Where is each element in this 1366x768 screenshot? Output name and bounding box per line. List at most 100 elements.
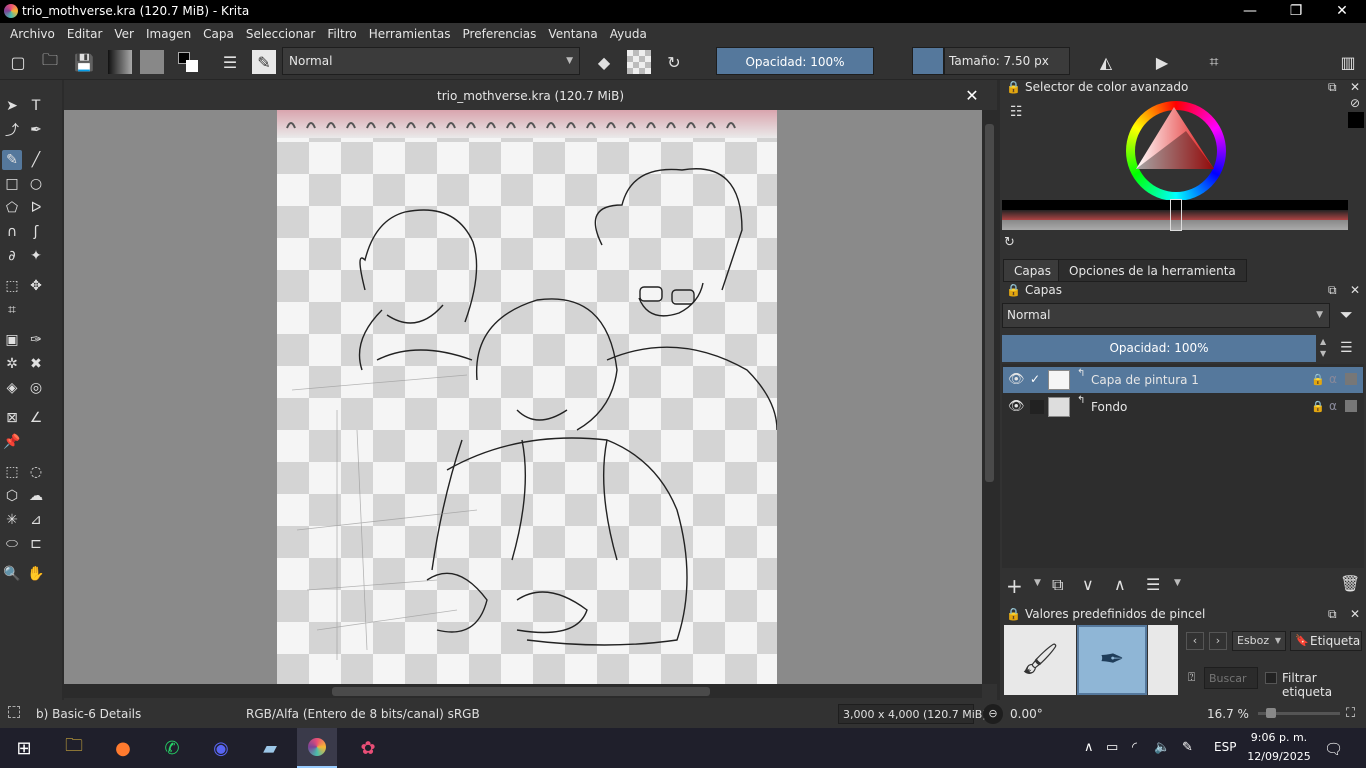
reference-tool-icon[interactable]: 📌 bbox=[2, 432, 22, 452]
eye-icon[interactable]: 👁 bbox=[1008, 372, 1025, 387]
enclose-fill-icon[interactable]: ◎ bbox=[26, 378, 46, 398]
menu-seleccionar[interactable]: Seleccionar bbox=[246, 27, 315, 41]
search-settings-icon[interactable]: ⍰ bbox=[1188, 670, 1195, 685]
duplicate-layer-icon[interactable]: ⧉ bbox=[1052, 575, 1063, 595]
menu-archivo[interactable]: Archivo bbox=[10, 27, 55, 41]
close-dock-icon[interactable]: ✕ bbox=[1350, 80, 1360, 94]
tag-button[interactable]: 🔖 Etiqueta bbox=[1290, 631, 1362, 651]
opacity-stepper[interactable]: ▲ ▼ bbox=[1320, 336, 1326, 360]
menu-editar[interactable]: Editar bbox=[67, 27, 103, 41]
fill-tool-icon[interactable]: ◈ bbox=[2, 378, 22, 398]
layer-opacity-slider[interactable]: Opacidad: 100% bbox=[1002, 335, 1316, 362]
tray-up-icon[interactable]: ∧ bbox=[1084, 740, 1094, 755]
layer-check-icon[interactable]: ✓ bbox=[1030, 372, 1044, 386]
color-picker-icon[interactable]: ✑ bbox=[26, 330, 46, 350]
firefox-icon[interactable]: ● bbox=[103, 728, 143, 768]
color-settings-icon[interactable]: ☷ bbox=[1010, 104, 1023, 120]
layer-lock-icon[interactable]: 🔒 bbox=[1311, 373, 1325, 386]
close-document-button[interactable]: ✕ bbox=[962, 86, 982, 106]
discord-icon[interactable]: ◉ bbox=[201, 728, 241, 768]
windows-start-icon[interactable]: ⊞ bbox=[4, 728, 44, 768]
line-tool-icon[interactable]: ╱ bbox=[26, 150, 46, 170]
vertical-scrollbar[interactable] bbox=[982, 110, 997, 684]
brush-preset-1[interactable]: 🖌 bbox=[1004, 625, 1076, 695]
layer-blend-select[interactable]: Normal ▼ bbox=[1002, 303, 1330, 328]
mirror-vertical-icon[interactable]: ▶ bbox=[1150, 50, 1174, 74]
inherit-alpha-icon[interactable] bbox=[1345, 373, 1357, 385]
tab-tool-options[interactable]: Opciones de la herramienta bbox=[1058, 259, 1247, 282]
layer-check-icon[interactable] bbox=[1030, 400, 1044, 414]
minimize-button[interactable]: — bbox=[1227, 0, 1273, 23]
menu-ver[interactable]: Ver bbox=[114, 27, 134, 41]
battery-icon[interactable]: ▭ bbox=[1106, 740, 1118, 755]
opacity-slider[interactable]: Opacidad: 100% bbox=[716, 47, 874, 75]
add-layer-icon[interactable]: + bbox=[1006, 574, 1023, 598]
menu-filtro[interactable]: Filtro bbox=[327, 27, 356, 41]
float-dock-icon[interactable]: ⧉ bbox=[1328, 607, 1337, 622]
filter-tag-checkbox[interactable] bbox=[1265, 672, 1277, 684]
zoom-slider-handle[interactable] bbox=[1266, 708, 1276, 718]
eraser-icon[interactable]: ◆ bbox=[592, 50, 616, 74]
bezier-select-icon[interactable]: ⬭ bbox=[2, 534, 22, 554]
magnetic-select-icon[interactable]: ⊏ bbox=[26, 534, 46, 554]
pattern-preset-icon[interactable] bbox=[140, 50, 164, 74]
transform-tool-icon[interactable]: ⬚ bbox=[2, 276, 22, 296]
pan-tool-icon[interactable]: ✋ bbox=[26, 564, 46, 584]
wrap-around-icon[interactable]: ⌗ bbox=[1202, 50, 1226, 74]
reload-preset-icon[interactable]: ↻ bbox=[662, 50, 686, 74]
refresh-icon[interactable]: ↻ bbox=[1004, 235, 1015, 250]
krita-taskbar-icon[interactable] bbox=[297, 728, 337, 768]
edit-shapes-icon[interactable]: ⤴ bbox=[2, 120, 22, 140]
menu-ayuda[interactable]: Ayuda bbox=[610, 27, 647, 41]
rectangle-tool-icon[interactable]: □ bbox=[2, 174, 22, 194]
volume-icon[interactable]: 🔈 bbox=[1154, 740, 1170, 755]
whatsapp-icon[interactable]: ✆ bbox=[152, 728, 192, 768]
paint-app-icon[interactable]: ✿ bbox=[348, 728, 388, 768]
alpha-lock-icon[interactable]: α bbox=[1329, 372, 1337, 386]
text-tool-icon[interactable]: T bbox=[26, 96, 46, 116]
calligraphy-icon[interactable]: ✒ bbox=[26, 120, 46, 140]
zoom-tool-icon[interactable]: 🔍 bbox=[2, 564, 22, 584]
pen-icon[interactable]: ✎ bbox=[1182, 740, 1193, 755]
colorize-mask-icon[interactable]: ✲ bbox=[2, 354, 22, 374]
float-dock-icon[interactable]: ⧉ bbox=[1328, 283, 1337, 298]
assistant-tool-icon[interactable]: ⊠ bbox=[2, 408, 22, 428]
gradient-preset-icon[interactable] bbox=[108, 50, 132, 74]
filter-icon[interactable]: ⏷ bbox=[1340, 305, 1353, 325]
wifi-icon[interactable]: ◜ bbox=[1132, 740, 1137, 755]
fg-bg-color-icon[interactable] bbox=[176, 50, 200, 74]
horizontal-scrollbar[interactable] bbox=[64, 684, 982, 698]
current-color-swatch[interactable] bbox=[1348, 112, 1364, 128]
gradient-tool-icon[interactable]: ▣ bbox=[2, 330, 22, 350]
brush-preset-2[interactable]: ✒ bbox=[1077, 625, 1147, 695]
close-dock-icon[interactable]: ✕ bbox=[1350, 283, 1360, 297]
horizontal-scroll-thumb[interactable] bbox=[332, 687, 710, 696]
brush-preset-3[interactable] bbox=[1148, 625, 1178, 695]
layer-row-paint-1[interactable]: 👁 ✓ ↰ Capa de pintura 1 🔒 α bbox=[1003, 367, 1363, 393]
select-shapes-icon[interactable]: ➤ bbox=[2, 96, 22, 116]
lock-icon[interactable]: 🔒 bbox=[1006, 607, 1021, 621]
blend-mode-select[interactable]: Normal ▼ bbox=[282, 47, 580, 75]
measure-tool-icon[interactable]: ∠ bbox=[26, 408, 46, 428]
polyline-tool-icon[interactable]: ᐅ bbox=[26, 198, 46, 218]
menu-imagen[interactable]: Imagen bbox=[146, 27, 191, 41]
save-icon[interactable]: 💾 bbox=[72, 50, 96, 74]
brush-preset-icon[interactable]: ✎ bbox=[252, 50, 276, 74]
fit-screen-icon[interactable]: ⛶ bbox=[1346, 706, 1355, 721]
polygon-tool-icon[interactable]: ⬠ bbox=[2, 198, 22, 218]
prev-tag-button[interactable]: ‹ bbox=[1186, 632, 1204, 650]
size-slider[interactable]: Tamaño: 7.50 px bbox=[944, 47, 1070, 75]
layer-properties-icon[interactable]: ☰ bbox=[1146, 575, 1160, 594]
move-layer-down-icon[interactable]: ∨ bbox=[1082, 575, 1094, 594]
dynamic-brush-icon[interactable]: ∂ bbox=[2, 246, 22, 266]
size-slider-fill[interactable] bbox=[912, 47, 944, 75]
brush-search-input[interactable] bbox=[1204, 667, 1258, 689]
contiguous-select-icon[interactable]: ✳ bbox=[2, 510, 22, 530]
eye-icon[interactable]: 👁 bbox=[1008, 399, 1025, 414]
multibrush-icon[interactable]: ✦ bbox=[26, 246, 46, 266]
maximize-button[interactable]: ❐ bbox=[1273, 0, 1319, 23]
freehand-path-icon[interactable]: ʃ bbox=[26, 222, 46, 242]
freehand-brush-icon[interactable]: ✎ bbox=[2, 150, 22, 170]
menu-preferencias[interactable]: Preferencias bbox=[463, 27, 537, 41]
new-document-icon[interactable]: ▢ bbox=[6, 50, 30, 74]
